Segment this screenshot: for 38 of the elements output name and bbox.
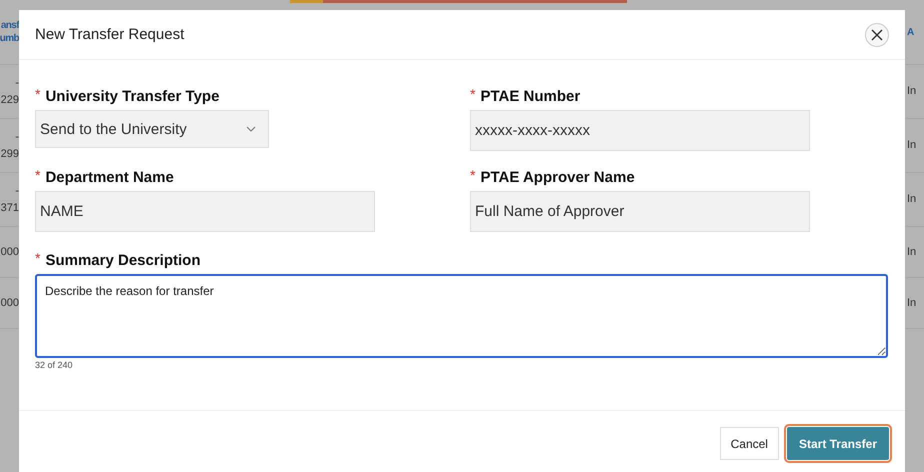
column-header: ansf xyxy=(0,19,19,32)
cancel-button[interactable]: Cancel xyxy=(720,427,779,460)
field-label: Department Name xyxy=(45,168,174,188)
required-asterisk: * xyxy=(35,87,40,101)
close-icon xyxy=(871,28,883,40)
input-field[interactable]: NAME xyxy=(35,191,375,232)
column-header: A xyxy=(907,26,915,38)
chevron-down-icon xyxy=(246,126,256,132)
table-cell-text: 371 xyxy=(0,200,19,216)
table-cell-text: 229 xyxy=(0,92,19,108)
dialog-title: New Transfer Request xyxy=(35,26,184,43)
table-cell-text: - xyxy=(15,184,19,198)
required-asterisk: * xyxy=(470,87,476,101)
table-cell-text: In xyxy=(907,192,918,207)
input-field[interactable]: xxxxx-xxxx-xxxxx xyxy=(470,110,810,151)
table-cell-text: In xyxy=(907,296,918,310)
required-asterisk: * xyxy=(470,168,476,182)
field-label: Summary Description xyxy=(45,251,200,271)
table-cell-text: - xyxy=(15,130,19,144)
table-cell-text: In xyxy=(907,244,918,260)
required-asterisk: * xyxy=(35,251,40,265)
required-asterisk: * xyxy=(35,168,40,182)
table-cell-text: 299 xyxy=(0,146,19,162)
table-cell-text: In xyxy=(907,84,918,99)
table-cell-text: 000 xyxy=(0,244,19,260)
text-area[interactable]: Describe the reason for transfer xyxy=(35,274,888,358)
table-cell-text: In xyxy=(907,138,918,153)
character-counter: 32 of 240 xyxy=(35,360,74,370)
input-field[interactable]: Full Name of Approver xyxy=(470,191,810,232)
field-label: PTAE Approver Name xyxy=(480,168,635,188)
start-transfer-button[interactable]: Start Transfer xyxy=(786,427,889,460)
table-cell-text: 000 xyxy=(0,296,19,310)
column-header: umb xyxy=(0,32,19,45)
dropdown[interactable]: Send to the University xyxy=(35,110,269,148)
field-label: PTAE Number xyxy=(480,87,580,107)
table-cell-text: - xyxy=(15,76,19,90)
field-label: University Transfer Type xyxy=(45,87,220,107)
close-button[interactable] xyxy=(865,22,889,46)
